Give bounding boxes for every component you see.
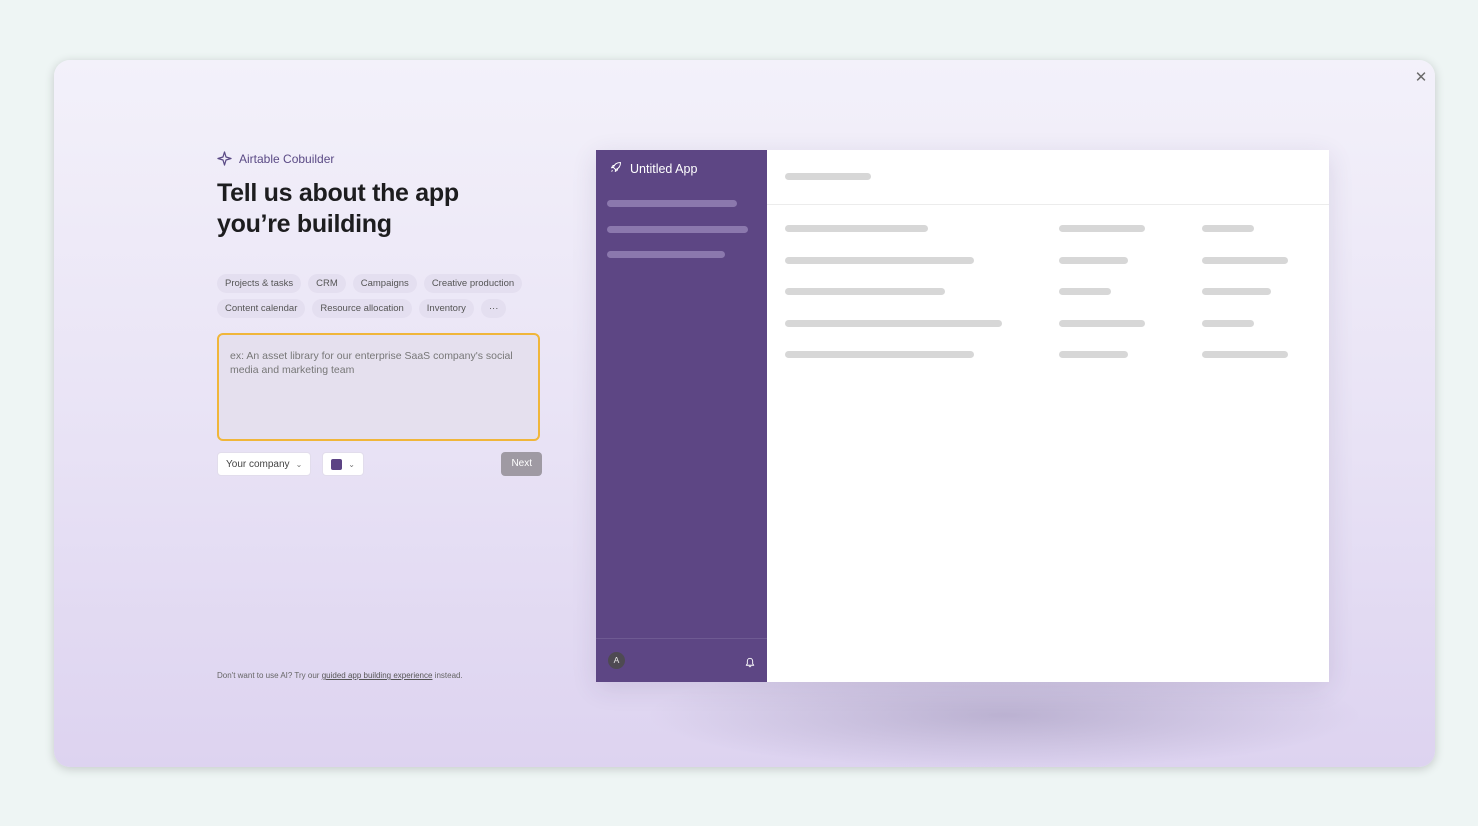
bell-icon	[745, 655, 755, 673]
chip-crm[interactable]: CRM	[308, 274, 346, 293]
brand-name: Airtable Cobuilder	[239, 151, 335, 166]
app-preview: Untitled App A	[596, 150, 1329, 682]
table-cell-placeholder	[785, 351, 974, 358]
page-title: Tell us about the app you’re building	[217, 178, 542, 240]
chevron-down-icon: ⌄	[348, 459, 355, 469]
chip-content-calendar[interactable]: Content calendar	[217, 299, 306, 318]
sidebar-placeholder	[607, 251, 725, 258]
cobuilder-modal: ✕ Airtable Cobuilder Tell us about the a…	[54, 60, 1435, 767]
prompt-controls: Your company ⌄ ⌄ Next	[217, 452, 542, 476]
chip-creative-production[interactable]: Creative production	[423, 274, 523, 293]
sidebar-placeholder	[607, 226, 748, 233]
sidebar-placeholder	[607, 200, 737, 207]
table-cell-placeholder	[1202, 351, 1288, 358]
chip-more[interactable]: ···	[480, 299, 507, 318]
sparkle-icon	[217, 151, 232, 166]
table-cell-placeholder	[1202, 320, 1254, 327]
footnote-before: Don't want to use AI? Try our	[217, 671, 322, 680]
footnote: Don't want to use AI? Try our guided app…	[217, 671, 463, 680]
main-header-divider	[767, 204, 1329, 205]
main-header-placeholder	[785, 173, 871, 180]
table-cell-placeholder	[1202, 225, 1254, 232]
table-cell-placeholder	[785, 257, 974, 264]
table-cell-placeholder	[1202, 257, 1288, 264]
setup-panel: Airtable Cobuilder Tell us about the app…	[217, 151, 542, 476]
color-select[interactable]: ⌄	[322, 452, 364, 476]
company-select-label: Your company	[226, 458, 290, 470]
color-swatch	[331, 458, 343, 470]
guided-experience-link[interactable]: guided app building experience	[322, 671, 433, 680]
table-cell-placeholder	[1059, 257, 1128, 264]
preview-sidebar: Untitled App A	[596, 150, 767, 682]
rocket-icon	[610, 161, 622, 176]
footnote-after: instead.	[432, 671, 463, 680]
brand-header: Airtable Cobuilder	[217, 151, 542, 166]
preview-app-title: Untitled App	[630, 161, 698, 176]
table-cell-placeholder	[1059, 320, 1145, 327]
title-line-1: Tell us about the app	[217, 179, 459, 207]
table-cell-placeholder	[1059, 351, 1128, 358]
chip-resource-allocation[interactable]: Resource allocation	[312, 299, 412, 318]
close-icon[interactable]: ✕	[1413, 70, 1429, 86]
table-cell-placeholder	[785, 288, 945, 295]
sidebar-divider	[596, 638, 767, 639]
title-line-2: you’re building	[217, 210, 392, 238]
company-select[interactable]: Your company ⌄	[217, 452, 312, 476]
template-chips: Projects & tasks CRM Campaigns Creative …	[217, 274, 542, 318]
table-cell-placeholder	[1059, 288, 1111, 295]
table-cell-placeholder	[785, 320, 1002, 327]
chip-projects-tasks[interactable]: Projects & tasks	[217, 274, 302, 293]
next-button[interactable]: Next	[501, 452, 542, 476]
table-cell-placeholder	[1059, 225, 1145, 232]
table-cell-placeholder	[785, 225, 928, 232]
chevron-down-icon: ⌄	[295, 459, 303, 469]
table-cell-placeholder	[1202, 288, 1271, 295]
chip-inventory[interactable]: Inventory	[418, 299, 474, 318]
chip-campaigns[interactable]: Campaigns	[352, 274, 417, 293]
preview-app-header: Untitled App	[610, 161, 697, 176]
avatar: A	[608, 652, 625, 669]
app-description-input[interactable]: ex: An asset library for our enterprise …	[217, 333, 540, 441]
